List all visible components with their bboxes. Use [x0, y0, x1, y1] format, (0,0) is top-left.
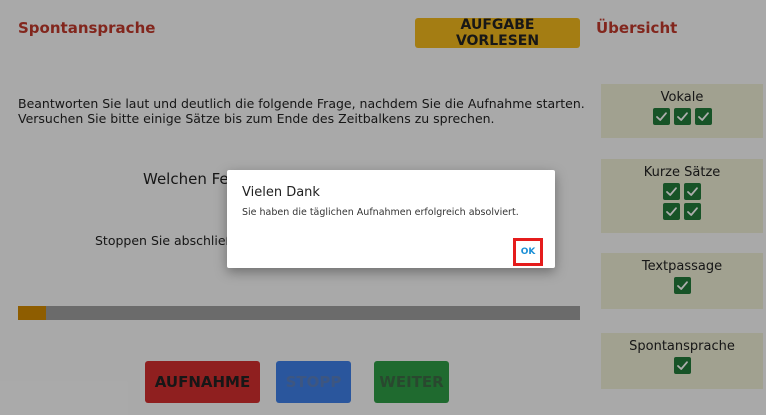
dialog-title: Vielen Dank	[242, 185, 320, 200]
ok-button[interactable]: OK	[513, 238, 543, 266]
completion-dialog: Vielen Dank Sie haben die täglichen Aufn…	[227, 170, 555, 268]
dialog-message: Sie haben die täglichen Aufnahmen erfolg…	[242, 207, 519, 218]
